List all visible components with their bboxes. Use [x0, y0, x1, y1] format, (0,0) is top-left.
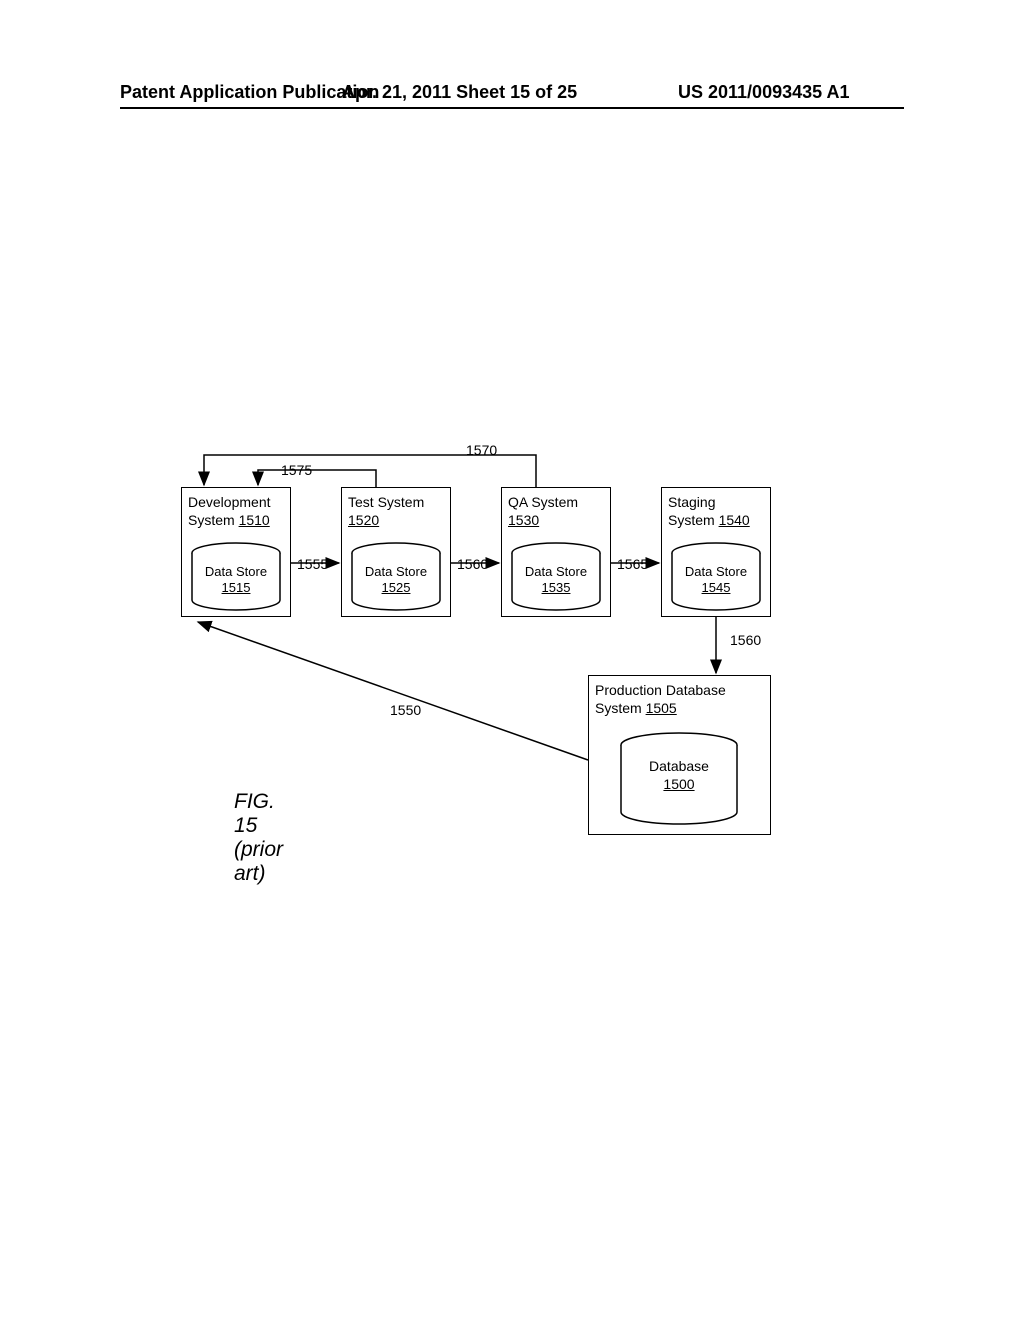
- prod-system-label: Production Database System 1505: [595, 682, 764, 717]
- label-1550: 1550: [390, 702, 421, 718]
- staging-data-store-cylinder: Data Store 1545: [670, 542, 762, 606]
- label-1560: 1560: [457, 556, 488, 572]
- dev-system-box: Development System 1510 Data Store 1515: [181, 487, 291, 617]
- header-left: Patent Application Publication: [120, 82, 379, 103]
- test-system-box: Test System 1520 Data Store 1525: [341, 487, 451, 617]
- label-1560b: 1560: [730, 632, 761, 648]
- header-mid: Apr. 21, 2011 Sheet 15 of 25: [342, 82, 577, 103]
- staging-data-store-label: Data Store 1545: [670, 564, 762, 597]
- staging-system-label: Staging System 1540: [668, 494, 764, 529]
- label-1575: 1575: [281, 462, 312, 478]
- arrows-layer: [0, 0, 1024, 900]
- dev-data-store-cylinder: Data Store 1515: [190, 542, 282, 606]
- prod-system-box: Production Database System 1505 Database…: [588, 675, 771, 835]
- prod-database-cylinder: Database 1500: [619, 732, 739, 810]
- dev-system-label: Development System 1510: [188, 494, 284, 529]
- prod-database-label: Database 1500: [619, 758, 739, 793]
- figure-caption: FIG. 15 (prior art): [234, 790, 283, 886]
- qa-data-store-label: Data Store 1535: [510, 564, 602, 597]
- label-1555: 1555: [297, 556, 328, 572]
- label-1565: 1565: [617, 556, 648, 572]
- qa-system-box: QA System 1530 Data Store 1535: [501, 487, 611, 617]
- header-right: US 2011/0093435 A1: [678, 82, 849, 103]
- staging-system-box: Staging System 1540 Data Store 1545: [661, 487, 771, 617]
- dev-data-store-label: Data Store 1515: [190, 564, 282, 597]
- test-data-store-label: Data Store 1525: [350, 564, 442, 597]
- qa-data-store-cylinder: Data Store 1535: [510, 542, 602, 606]
- test-data-store-cylinder: Data Store 1525: [350, 542, 442, 606]
- label-1570: 1570: [466, 442, 497, 458]
- header-rule: [120, 107, 904, 109]
- qa-system-label: QA System 1530: [508, 494, 604, 529]
- test-system-label: Test System 1520: [348, 494, 444, 529]
